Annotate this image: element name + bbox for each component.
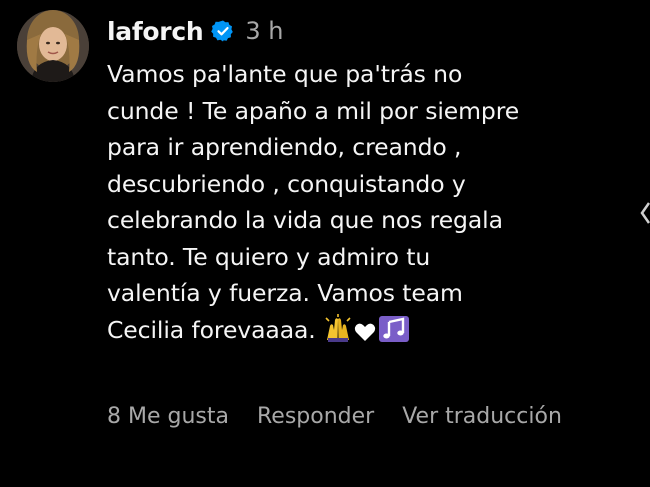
avatar[interactable]	[17, 10, 89, 82]
comment-body: laforch 3 h Vamos pa'lante que pa'trás n…	[107, 12, 637, 354]
username-link[interactable]: laforch	[107, 17, 204, 46]
likes-count-link[interactable]: 8 Me gusta	[107, 404, 229, 429]
comment-line: Vamos pa'lante que pa'trás no	[107, 60, 463, 88]
timestamp: 3 h	[245, 17, 284, 45]
comment-line: Cecilia forevaaaa.	[107, 315, 316, 344]
raising-hands-emoji-icon	[323, 313, 353, 355]
avatar-image	[17, 10, 89, 82]
comment-line: valentía y fuerza. Vamos team	[107, 279, 463, 307]
comment-line: para ir aprendiendo, creando ,	[107, 133, 462, 161]
see-translation-button[interactable]: Ver traducción	[402, 404, 562, 429]
chevron-left-icon[interactable]	[640, 200, 650, 226]
white-heart-emoji-icon	[353, 318, 377, 355]
comment-header: laforch 3 h	[107, 12, 637, 50]
reply-button[interactable]: Responder	[257, 404, 374, 429]
comment-line: tanto. Te quiero y admiro tu	[107, 242, 431, 271]
comment-line: celebrando la vida que nos regala	[107, 206, 503, 234]
comment: laforch 3 h Vamos pa'lante que pa'trás n…	[0, 0, 650, 487]
verified-badge-icon	[211, 19, 235, 43]
music-notes-emoji-icon	[377, 314, 411, 355]
comment-line: descubriendo , conquistando y	[107, 169, 466, 198]
comment-text: Vamos pa'lante que pa'trás no cunde ! Te …	[107, 56, 637, 354]
comment-line: cunde ! Te apaño a mil por siempre	[107, 96, 520, 125]
comment-actions: 8 Me gusta Responder Ver traducción	[107, 404, 562, 429]
